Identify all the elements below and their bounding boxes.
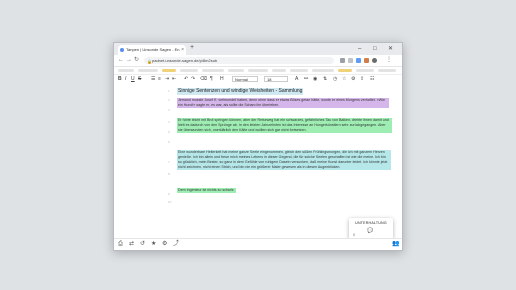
font-size-select[interactable]: 18 [264, 76, 288, 82]
bookmark-item[interactable] [378, 69, 396, 72]
bookmark-item[interactable] [338, 69, 352, 72]
font-size-value: 18 [267, 77, 272, 82]
document-area[interactable]: 1 2 3 4 5 6 7 8 9 10 Sinnige Sentenzen u… [114, 84, 402, 240]
share-icon[interactable]: ⤴ [173, 241, 179, 248]
clear-format-icon[interactable]: ⌫ [200, 76, 207, 83]
text-block-green: Dem Ingenieur ist nichts zu schwör. [177, 188, 236, 193]
user-count-icon[interactable]: 👥 [392, 241, 399, 248]
swap-icon[interactable]: ⇄ [129, 241, 134, 248]
bookmark-item[interactable] [228, 69, 244, 72]
extension-icon[interactable] [364, 58, 369, 63]
extension-icon[interactable] [356, 58, 361, 63]
history-icon[interactable]: ↺ [140, 241, 145, 248]
link-icon[interactable]: ⚯ [304, 76, 308, 83]
line-number: 7 [168, 160, 170, 164]
tab-title: Tanpen | Unsonde Sagen - En [126, 47, 180, 52]
strikethrough-icon[interactable]: S [138, 76, 141, 83]
bookmark-item[interactable] [356, 69, 374, 72]
line-number: 4 [168, 120, 170, 124]
bookmark-item[interactable] [272, 69, 286, 72]
line-number: 2 [168, 98, 170, 102]
status-bar: ⎙ ⇄ ↺ ★ ⚙ ⤴ 👥 [114, 238, 402, 250]
bookmarks-bar [114, 67, 402, 75]
line-number: 3 [168, 108, 170, 112]
line-number: 6 [168, 140, 170, 144]
address-input[interactable]: 🔒 padnet.unsonde-sagen.de/p/8m2sub [144, 57, 334, 64]
favicon-icon [120, 48, 124, 52]
address-bar-row: ← → ↻ 🔒 padnet.unsonde-sagen.de/p/8m2sub… [114, 55, 402, 67]
browser-window: Tanpen | Unsonde Sagen - En × + – □ ✕ ← … [113, 42, 403, 251]
bookmark-item[interactable] [312, 69, 334, 72]
chat-icon: 💬 [367, 228, 374, 234]
title-bar: Tanpen | Unsonde Sagen - En × + – □ ✕ [114, 43, 402, 55]
bookmark-item[interactable] [290, 69, 308, 72]
font-style-select[interactable]: Normal [232, 76, 258, 82]
line-number: 1 [168, 89, 170, 93]
bold-icon[interactable]: B [118, 76, 122, 83]
chat-title: UNTERHALTUNG [355, 221, 387, 225]
new-tab-button[interactable]: + [190, 44, 194, 51]
back-icon[interactable]: ← [118, 56, 124, 65]
bookmark-item[interactable] [180, 69, 198, 72]
line-number: 5 [168, 130, 170, 134]
bookmark-item[interactable] [202, 69, 224, 72]
line-number: 8 [168, 172, 170, 176]
lock-icon: 🔒 [147, 59, 152, 64]
underline-icon[interactable]: U [131, 76, 135, 83]
print-icon[interactable]: ⎙ [118, 241, 123, 248]
import-icon[interactable]: ⇅ [323, 76, 327, 83]
forward-icon[interactable]: → [126, 56, 132, 65]
color-icon[interactable]: A [295, 76, 298, 83]
text-block-teal: Eine wunderbare Heiterkeit hat meine gan… [177, 150, 391, 170]
indent-icon[interactable]: ⇥ [165, 76, 169, 83]
menu-icon[interactable]: ⋮ [386, 56, 392, 65]
extension-icon[interactable] [340, 58, 345, 63]
outdent-icon[interactable]: ⇤ [172, 76, 176, 83]
italic-icon[interactable]: I [125, 76, 126, 83]
settings-icon[interactable]: ⚙ [351, 76, 355, 83]
maximize-icon[interactable]: □ [373, 43, 377, 55]
chat-popup[interactable]: UNTERHALTUNG 💬 0 [349, 218, 393, 240]
timeslider-icon[interactable]: ◷ [333, 76, 337, 83]
text-block-purple: Jemand musste Josef K. verleumdet haben,… [177, 98, 389, 108]
bullet-list-icon[interactable]: ≡ [158, 76, 161, 83]
extension-icon[interactable] [348, 58, 353, 63]
share-icon[interactable]: ⇪ [360, 76, 364, 83]
font-style-value: Normal [235, 77, 248, 82]
bookmark-item[interactable] [162, 69, 176, 72]
line-number: 10 [168, 200, 172, 204]
bookmark-item[interactable] [248, 69, 268, 72]
avatar[interactable] [372, 58, 377, 63]
star-icon[interactable]: ★ [151, 241, 156, 248]
star-icon[interactable]: ☆ [342, 76, 346, 83]
document-title: Sinnige Sentenzen und windige Weisheiten… [177, 88, 304, 95]
redo-icon[interactable]: ↷ [191, 76, 195, 83]
reload-icon[interactable]: ↻ [134, 56, 139, 65]
undo-icon[interactable]: ↶ [184, 76, 188, 83]
bookmark-item[interactable] [138, 69, 158, 72]
browser-tab[interactable]: Tanpen | Unsonde Sagen - En × [118, 45, 186, 55]
close-window-icon[interactable]: ✕ [388, 43, 393, 55]
chat-count: 0 [353, 232, 356, 237]
ordered-list-icon[interactable]: ☰ [151, 76, 155, 83]
heading-icon[interactable]: H [220, 76, 224, 83]
eye-icon[interactable]: ◉ [313, 76, 317, 83]
bookmark-item[interactable] [118, 69, 134, 72]
paragraph-icon[interactable]: ¶ [210, 76, 213, 83]
users-icon[interactable]: ☷ [370, 76, 374, 83]
tab-close-icon[interactable]: × [181, 45, 184, 55]
minimize-icon[interactable]: – [358, 43, 361, 55]
text-block-green: Er hörte leicht mit Brot springen können… [177, 118, 392, 133]
url-text: padnet.unsonde-sagen.de/p/8m2sub [152, 58, 218, 63]
line-number: 9 [168, 192, 170, 196]
settings-icon[interactable]: ⚙ [162, 241, 167, 248]
